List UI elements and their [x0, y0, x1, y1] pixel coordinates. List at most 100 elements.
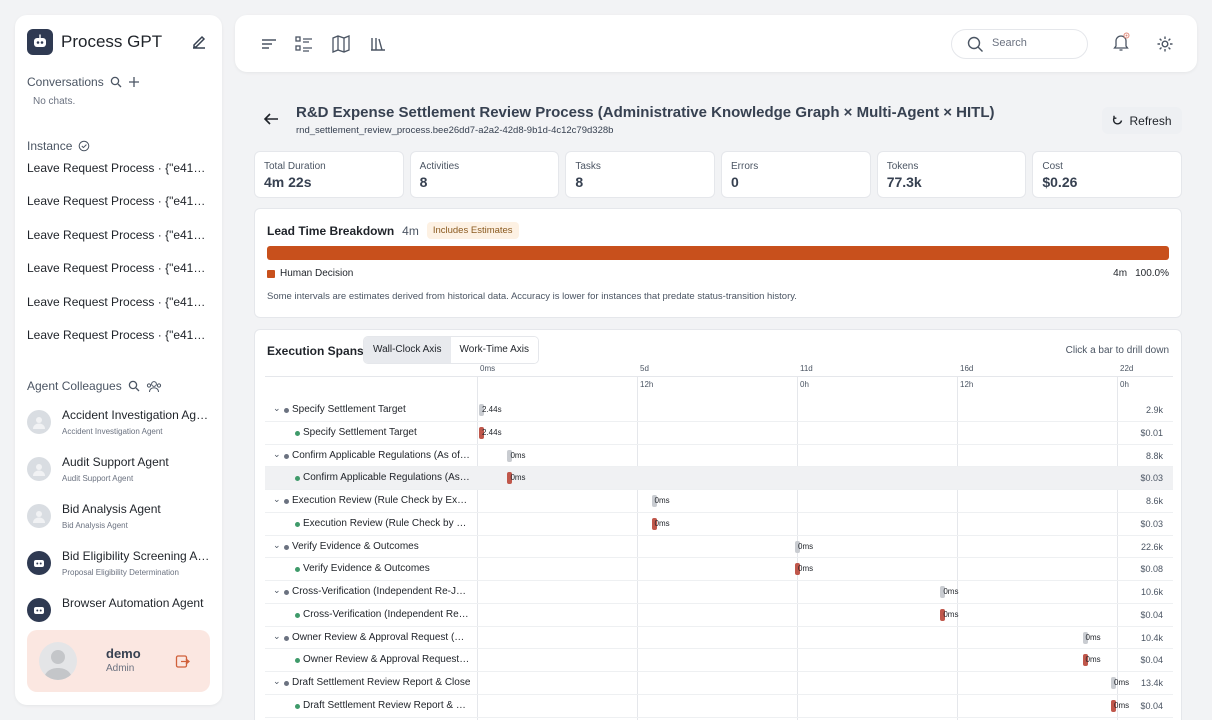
chevron-down-icon[interactable]: ⌄ — [273, 540, 281, 551]
legend-percent: 100.0% — [1135, 268, 1169, 279]
span-duration-label: 0ms — [798, 564, 814, 574]
span-child-row[interactable]: Verify Evidence & Outcomes 0ms $0.08 — [265, 558, 1173, 581]
tick-label: 0ms — [480, 364, 496, 373]
span-name: Verify Evidence & Outcomes — [303, 563, 430, 575]
instance-item[interactable]: Leave Request Process · {"e41a53... — [27, 227, 212, 260]
tick-sublabel: 0h — [1120, 380, 1129, 389]
chevron-down-icon[interactable]: ⌄ — [273, 631, 281, 642]
agents-header: Agent Colleagues — [27, 379, 162, 393]
library-icon[interactable] — [368, 34, 388, 54]
user-card[interactable]: demo Admin — [27, 630, 210, 692]
span-child-row[interactable]: Specify Settlement Target 2.44s $0.01 — [265, 422, 1173, 445]
agent-name: Bid Eligibility Screening Agent — [62, 549, 210, 563]
stats-row: Total Duration 4m 22s Activities 8 Tasks 8 … — [254, 151, 1183, 198]
back-arrow-icon[interactable] — [262, 110, 280, 128]
span-parent-row[interactable]: ⌄ Owner Review & Approval Request (HITL) 0… — [265, 627, 1173, 650]
lead-time-bar[interactable] — [267, 246, 1169, 260]
agent-name: Audit Support Agent — [62, 455, 169, 469]
span-parent-row[interactable]: ⌄ Confirm Applicable Regulations (As of D… — [265, 445, 1173, 468]
agent-item[interactable]: Accident Investigation Agent Accident Inv… — [27, 403, 217, 450]
span-child-row[interactable]: Draft Settlement Review Report & Close 0m… — [265, 695, 1173, 718]
span-parent-row[interactable]: ⌄ Specify Settlement Target 2.44s 2.9k — [265, 399, 1173, 422]
lead-time-bar-fill — [267, 246, 1169, 260]
wall-clock-axis-button[interactable]: Wall-Clock Axis — [364, 337, 451, 363]
tick-label: 11d — [800, 364, 813, 373]
instance-item[interactable]: Leave Request Process · {"e41a53... — [27, 193, 212, 226]
spans-title: Execution Spans — [267, 344, 364, 358]
agent-item[interactable]: Bid Eligibility Screening Agent Proposal … — [27, 544, 217, 591]
chevron-down-icon[interactable]: ⌄ — [273, 676, 281, 687]
chevron-down-icon[interactable]: ⌄ — [273, 449, 281, 460]
search-input[interactable] — [992, 37, 1077, 49]
instance-item[interactable]: Leave Request Process · {"e41a53... — [27, 160, 212, 193]
team-icon[interactable] — [146, 380, 162, 393]
legend-value: 4m — [1113, 268, 1128, 279]
agent-role: Bid Analysis Agent — [62, 521, 128, 530]
span-name: Specify Settlement Target — [292, 404, 406, 415]
agent-item[interactable]: Bid Analysis Agent Bid Analysis Agent — [27, 497, 217, 544]
brand[interactable]: Process GPT — [27, 27, 162, 57]
agent-role: Proposal Eligibility Determination — [62, 568, 179, 577]
span-parent-row[interactable]: ⌄ Execution Review (Rule Check by Expense… — [265, 490, 1173, 513]
span-child-row[interactable]: Execution Review (Rule Check by Expense … — [265, 513, 1173, 536]
menu-lines-icon[interactable] — [259, 34, 279, 54]
span-cost: $0.08 — [1140, 564, 1163, 575]
status-dot-icon — [295, 567, 300, 573]
search-icon[interactable] — [110, 76, 122, 88]
conversations-label: Conversations — [27, 75, 104, 89]
agent-role: Audit Support Agent — [62, 474, 134, 483]
stat-card: Tasks 8 — [565, 151, 716, 198]
span-cost: $0.03 — [1140, 518, 1163, 529]
span-cost: $0.04 — [1140, 700, 1163, 711]
stat-value: 77.3k — [886, 174, 922, 190]
span-child-row[interactable]: Cross-Verification (Independent Re-Judgm… — [265, 604, 1173, 627]
map-icon[interactable] — [331, 34, 351, 54]
stat-value: 0 — [731, 174, 739, 190]
lead-time-legend: Human Decision — [267, 268, 353, 279]
refresh-button[interactable]: Refresh — [1102, 107, 1182, 134]
chevron-down-icon[interactable]: ⌄ — [273, 403, 281, 414]
stat-value: 8 — [419, 174, 428, 190]
span-name: Cross-Verification (Independent Re-Judgm… — [292, 586, 471, 597]
bell-icon[interactable] — [1111, 32, 1131, 52]
work-time-axis-button[interactable]: Work-Time Axis — [450, 337, 538, 363]
instance-item[interactable]: Leave Request Process · {"e41a53... — [27, 327, 212, 360]
stat-value: 4m 22s — [264, 174, 312, 190]
status-dot-icon — [295, 703, 300, 709]
stat-value: 8 — [575, 174, 584, 190]
span-duration-label: 2.44s — [482, 427, 502, 437]
search-icon[interactable] — [128, 380, 140, 392]
instance-item[interactable]: Leave Request Process · {"e41a53... — [27, 260, 212, 293]
span-tokens: 10.4k — [1140, 632, 1163, 643]
status-dot-icon — [295, 521, 300, 527]
add-icon[interactable] — [128, 76, 140, 88]
span-name: Verify Evidence & Outcomes — [292, 540, 419, 552]
tick-label: 22d — [1120, 364, 1134, 373]
instance-list: Leave Request Process · {"e41a53... Leav… — [27, 160, 212, 360]
person-avatar-icon — [27, 504, 51, 528]
search-box[interactable] — [951, 29, 1088, 59]
status-dot-icon — [284, 681, 289, 686]
span-child-row[interactable]: Confirm Applicable Regulations (As of Da… — [265, 467, 1173, 490]
span-duration-label: 0ms — [798, 541, 814, 551]
new-chat-edit-icon[interactable] — [190, 33, 208, 51]
span-parent-row[interactable]: ⌄ Cross-Verification (Independent Re-Judg… — [265, 581, 1173, 604]
span-parent-row[interactable]: ⌄ Draft Settlement Review Report & Close 0… — [265, 672, 1173, 695]
chevron-down-icon[interactable]: ⌄ — [273, 494, 281, 505]
check-circle-icon[interactable] — [78, 140, 90, 152]
span-tokens: 8.6k — [1145, 496, 1163, 506]
span-name: Owner Review & Approval Request (HITL) — [292, 631, 471, 643]
span-name: Execution Review (Rule Check by Expense … — [292, 495, 471, 506]
span-child-row[interactable]: Owner Review & Approval Request (HITL) 0m… — [265, 649, 1173, 672]
gear-icon[interactable] — [1155, 34, 1175, 54]
stat-value: $0.26 — [1042, 174, 1078, 190]
span-parent-row[interactable]: ⌄ Verify Evidence & Outcomes 0ms 22.6k — [265, 536, 1173, 559]
chevron-down-icon[interactable]: ⌄ — [273, 585, 281, 596]
instance-item[interactable]: Leave Request Process · {"e41a53... — [27, 294, 212, 327]
list-check-icon[interactable] — [294, 34, 314, 54]
span-name: Confirm Applicable Regulations (As of Da… — [292, 449, 471, 461]
stat-label: Total Duration — [264, 161, 326, 172]
logout-icon[interactable] — [175, 654, 190, 669]
agent-item[interactable]: Audit Support Agent Audit Support Agent — [27, 450, 217, 497]
estimates-badge: Includes Estimates — [426, 222, 519, 239]
